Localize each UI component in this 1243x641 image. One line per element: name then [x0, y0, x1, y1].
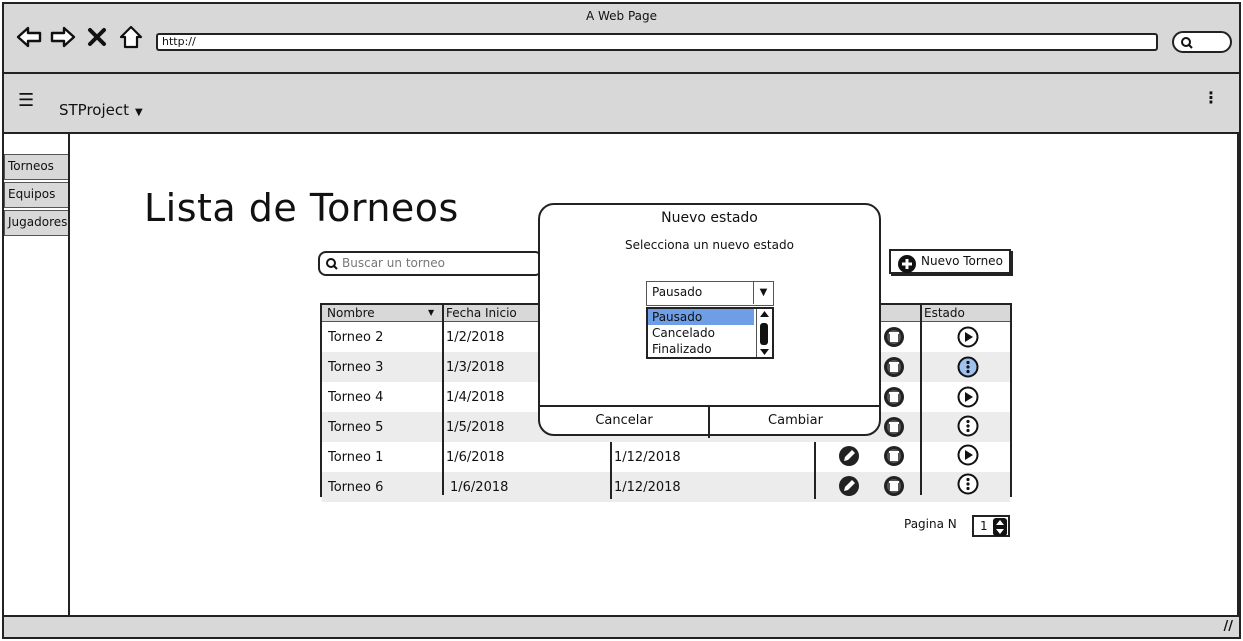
- trash-icon[interactable]: [883, 386, 905, 408]
- header-nombre[interactable]: Nombre: [327, 306, 375, 320]
- sidebar-item-jugadores[interactable]: Jugadores: [4, 210, 70, 236]
- cell-inicio: 1/4/2018: [446, 390, 505, 405]
- sidebar-item-torneos[interactable]: Torneos: [4, 154, 70, 180]
- cell-fin: 1/12/2018: [614, 480, 681, 495]
- cell-inicio: 1/2/2018: [446, 330, 505, 345]
- status-bar: //: [4, 615, 1239, 637]
- cell-nombre: Torneo 6: [328, 480, 384, 495]
- cell-inicio: 1/5/2018: [446, 420, 505, 435]
- kebab-icon[interactable]: ⋮: [1203, 88, 1219, 107]
- more-icon[interactable]: [957, 415, 979, 437]
- more-icon[interactable]: [957, 473, 979, 495]
- project-name: STProject: [59, 101, 130, 119]
- search-input[interactable]: Buscar un torneo: [318, 251, 543, 276]
- status-select[interactable]: Pausado ▼: [646, 281, 774, 306]
- status-options-list[interactable]: Pausado Cancelado Finalizado: [646, 307, 774, 359]
- header-fecha-inicio[interactable]: Fecha Inicio: [446, 306, 517, 320]
- page-value: 1: [980, 519, 988, 533]
- cell-nombre: Torneo 1: [328, 450, 384, 465]
- window-title: A Web Page: [585, 9, 658, 23]
- project-selector[interactable]: STProject ▼: [59, 101, 143, 119]
- cell-inicio: 1/6/2018: [446, 450, 505, 465]
- edit-icon[interactable]: [838, 445, 860, 467]
- cell-inicio: 1/3/2018: [446, 360, 505, 375]
- play-icon[interactable]: [957, 444, 979, 466]
- cell-nombre: Torneo 2: [328, 330, 384, 345]
- page-title: Lista de Torneos: [144, 186, 459, 230]
- new-tournament-label: Nuevo Torneo: [921, 254, 1003, 268]
- table-row[interactable]: Torneo 6 1/6/2018 1/12/2018: [322, 472, 1010, 502]
- cell-nombre: Torneo 5: [328, 420, 384, 435]
- trash-icon[interactable]: [883, 475, 905, 497]
- dialog-subtitle: Selecciona un nuevo estado: [625, 238, 794, 252]
- option-finalizado[interactable]: Finalizado: [648, 341, 754, 357]
- scrollbar[interactable]: [756, 309, 772, 357]
- dialog-title: Nuevo estado: [661, 210, 758, 226]
- column-divider: [814, 442, 816, 499]
- sort-down-icon[interactable]: ▼: [428, 308, 434, 317]
- plus-circle-icon: [898, 255, 916, 273]
- more-icon[interactable]: [957, 356, 979, 378]
- option-pausado[interactable]: Pausado: [648, 309, 754, 325]
- address-bar[interactable]: http://: [156, 33, 1158, 51]
- pager-label: Pagina N: [904, 517, 957, 531]
- scroll-down-icon[interactable]: [759, 348, 770, 356]
- cell-fin: 1/12/2018: [614, 450, 681, 465]
- status-select-value: Pausado: [652, 285, 703, 299]
- search-placeholder: Buscar un torneo: [342, 256, 445, 270]
- app-bar: ☰ STProject ▼ ⋮: [4, 74, 1239, 134]
- new-tournament-button[interactable]: Nuevo Torneo: [889, 249, 1011, 274]
- resize-grip-icon[interactable]: //: [1224, 619, 1234, 634]
- back-arrow-icon[interactable]: [16, 24, 42, 50]
- forward-arrow-icon[interactable]: [50, 24, 76, 50]
- option-cancelado[interactable]: Cancelado: [648, 325, 754, 341]
- title-bar: A Web Page http://: [4, 4, 1239, 74]
- search-icon: [326, 258, 338, 270]
- cancel-button[interactable]: Cancelar: [540, 413, 708, 428]
- column-divider: [920, 305, 922, 495]
- hamburger-icon[interactable]: ☰: [18, 90, 34, 111]
- change-status-dialog: Nuevo estado Selecciona un nuevo estado …: [538, 203, 881, 438]
- browser-search[interactable]: [1172, 31, 1232, 53]
- trash-icon[interactable]: [883, 326, 905, 348]
- column-divider: [610, 442, 612, 499]
- edit-icon[interactable]: [838, 475, 860, 497]
- sidebar-item-equipos[interactable]: Equipos: [4, 182, 70, 208]
- scroll-up-icon[interactable]: [759, 310, 770, 318]
- chevron-down-icon: ▼: [135, 107, 143, 118]
- cell-nombre: Torneo 4: [328, 390, 384, 405]
- trash-icon[interactable]: [883, 416, 905, 438]
- spinner-icon[interactable]: [993, 518, 1007, 536]
- chevron-down-icon[interactable]: ▼: [753, 282, 773, 304]
- dialog-footer: Cancelar Cambiar: [540, 405, 881, 438]
- sidebar: Torneos Equipos Jugadores: [4, 154, 70, 238]
- cell-nombre: Torneo 3: [328, 360, 384, 375]
- column-divider: [442, 305, 444, 495]
- scroll-thumb[interactable]: [760, 323, 768, 345]
- page-stepper[interactable]: 1: [972, 515, 1010, 537]
- cell-inicio: 1/6/2018: [450, 480, 509, 495]
- table-row[interactable]: Torneo 1 1/6/2018 1/12/2018: [322, 442, 1010, 472]
- search-icon: [1181, 37, 1193, 49]
- trash-icon[interactable]: [883, 356, 905, 378]
- nav-buttons: [16, 24, 144, 50]
- trash-icon[interactable]: [883, 445, 905, 467]
- change-button[interactable]: Cambiar: [710, 413, 881, 428]
- home-icon[interactable]: [118, 24, 144, 50]
- close-icon[interactable]: [84, 24, 110, 50]
- play-icon[interactable]: [957, 326, 979, 348]
- header-estado[interactable]: Estado: [924, 306, 965, 320]
- play-icon[interactable]: [957, 386, 979, 408]
